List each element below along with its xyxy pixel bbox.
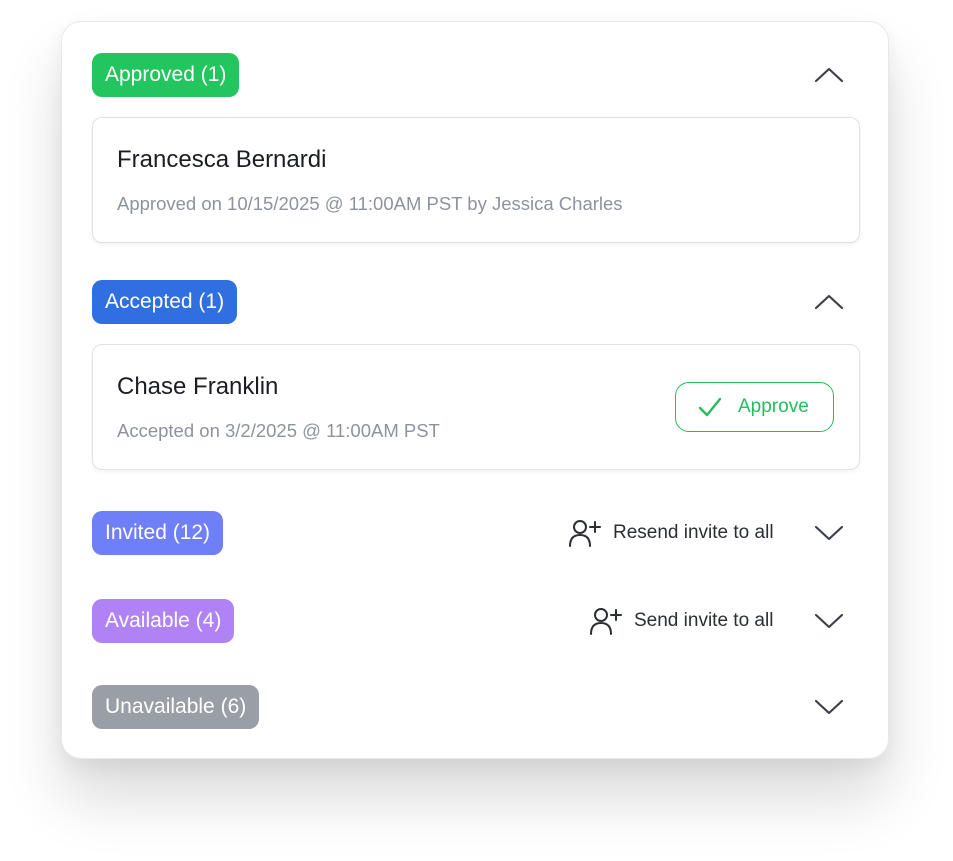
status-card: Approved (1) Francesca Bernardi Approved… — [61, 21, 889, 759]
accepted-entry: Chase Franklin Accepted on 3/2/2025 @ 11… — [92, 344, 860, 470]
approved-badge: Approved (1) — [92, 53, 240, 97]
approve-button-label: Approve — [738, 396, 809, 417]
entry-status: Approved on 10/15/2025 @ 11:00AM PST by … — [117, 193, 623, 214]
user-plus-icon — [568, 518, 602, 553]
chevron-up-icon[interactable] — [814, 293, 844, 311]
entry-name: Francesca Bernardi — [117, 146, 327, 173]
approved-entry: Francesca Bernardi Approved on 10/15/202… — [92, 117, 860, 243]
entry-name: Chase Franklin — [117, 373, 279, 400]
chevron-up-icon[interactable] — [814, 66, 844, 84]
check-icon — [698, 396, 722, 423]
accepted-badge: Accepted (1) — [92, 280, 238, 324]
unavailable-badge: Unavailable (6) — [92, 685, 260, 729]
chevron-down-icon[interactable] — [814, 698, 844, 716]
available-badge: Available (4) — [92, 599, 235, 643]
chevron-down-icon[interactable] — [814, 612, 844, 630]
invited-badge: Invited (12) — [92, 511, 224, 555]
chevron-down-icon[interactable] — [814, 524, 844, 542]
approve-button[interactable]: Approve — [675, 382, 834, 432]
send-invite-all-label: Send invite to all — [634, 610, 774, 631]
user-plus-icon — [589, 606, 623, 641]
resend-invite-all-label: Resend invite to all — [613, 522, 774, 543]
entry-status: Accepted on 3/2/2025 @ 11:00AM PST — [117, 420, 440, 441]
